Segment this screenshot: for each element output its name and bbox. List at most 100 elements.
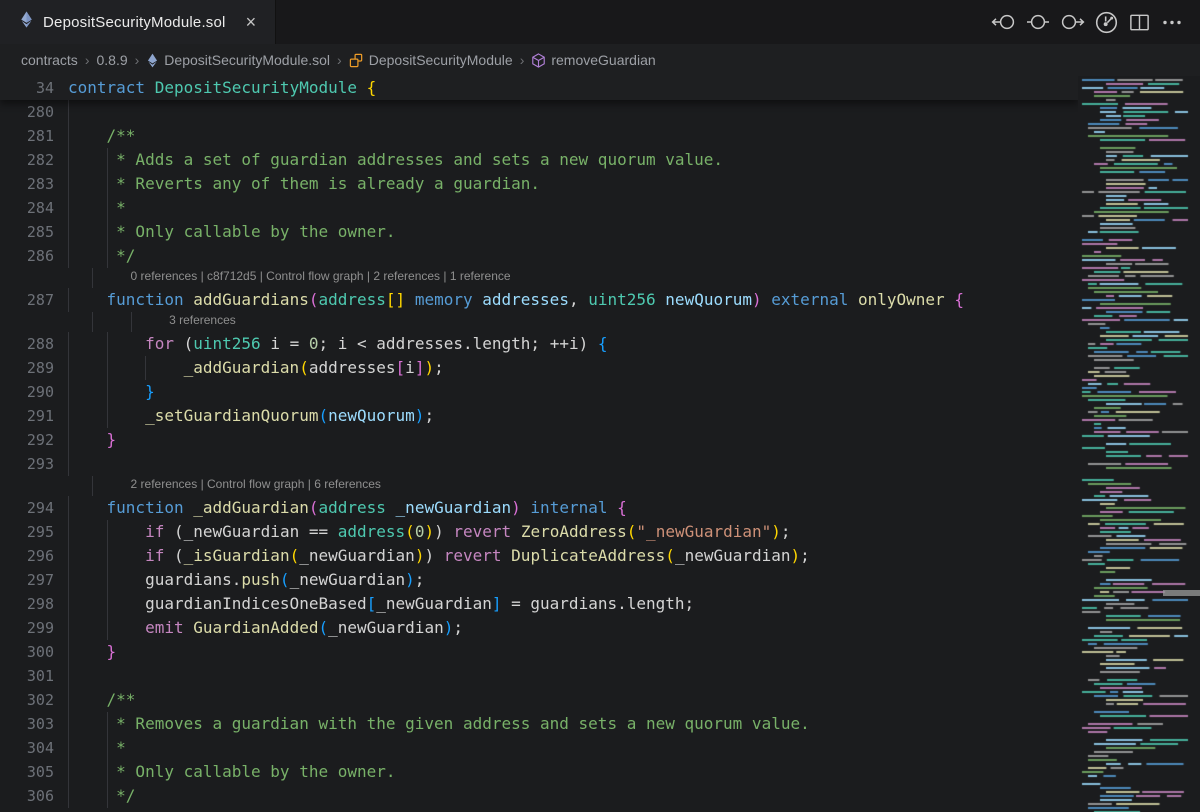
indent-guide [107,380,108,404]
line-number: 298 [0,592,68,616]
indent-guide [107,172,108,196]
code-line: 295if (_newGuardian == address(0)) rever… [0,520,1078,544]
line-number: 305 [0,760,68,784]
code-line-text[interactable]: * Adds a set of guardian addresses and s… [68,148,1078,172]
code-line-text[interactable] [68,452,1078,476]
indent-guide [107,568,108,592]
code-line-text[interactable]: emit GuardianAdded(_newGuardian); [68,616,1078,640]
sticky-scroll-line[interactable]: 34contract DepositSecurityModule { [0,76,1078,100]
symbol-class-icon [349,53,364,68]
code-line-text[interactable]: */ [68,784,1078,808]
line-number: 287 [0,288,68,312]
indent-guide [131,312,132,332]
code-line: 296if (_isGuardian(_newGuardian)) revert… [0,544,1078,568]
code-line: 298guardianIndicesOneBased[_newGuardian]… [0,592,1078,616]
minimap[interactable] [1078,76,1200,812]
breadcrumb-separator: › [337,52,342,68]
indent-guide [92,312,93,332]
line-number: 299 [0,616,68,640]
code-line-text[interactable]: if (_newGuardian == address(0)) revert Z… [68,520,1078,544]
breadcrumb-label: DepositSecurityModule [369,52,513,68]
code-line-text[interactable]: } [68,380,1078,404]
line-number: 303 [0,712,68,736]
codelens-row: 0 references | c8f712d5 | Control flow g… [0,268,1078,288]
code-line: 305 * Only callable by the owner. [0,760,1078,784]
code-line-text[interactable]: function addGuardians(address[] memory a… [68,288,1078,312]
line-number: 290 [0,380,68,404]
indent-guide [107,712,108,736]
code-line-text[interactable] [68,664,1078,688]
code-line-text[interactable]: } [68,428,1078,452]
indent-guide [68,244,69,268]
codelens-link[interactable]: 3 references [169,313,236,327]
code-line-text[interactable]: * Reverts any of them is already a guard… [68,172,1078,196]
indent-guide [68,760,69,784]
code-line-text[interactable]: guardians.push(_newGuardian); [68,568,1078,592]
indent-guide [68,736,69,760]
indent-guide [107,520,108,544]
line-number: 284 [0,196,68,220]
code-line-text[interactable] [68,100,1078,124]
breadcrumb-item-contracts[interactable]: contracts [21,52,78,68]
breadcrumb-item-0-8-9[interactable]: 0.8.9 [96,52,127,68]
nav-forward-icon[interactable] [1059,10,1085,34]
code-line: 301 [0,664,1078,688]
indent-guide [107,220,108,244]
code-line: 285 * Only callable by the owner. [0,220,1078,244]
breadcrumb-item-removeguardian[interactable]: removeGuardian [531,52,655,68]
code-line-text[interactable]: * Only callable by the owner. [68,760,1078,784]
nav-location-icon[interactable] [1026,10,1050,34]
line-number: 286 [0,244,68,268]
nav-back-icon[interactable] [991,10,1017,34]
breadcrumb-item-depositsecuritymodule-sol[interactable]: DepositSecurityModule.sol [146,52,330,68]
tab-deposit-security-module[interactable]: DepositSecurityModule.sol × [0,0,276,44]
indent-guide [68,428,69,452]
indent-guide [68,784,69,808]
line-number: 282 [0,148,68,172]
codelens-link[interactable]: 2 references | Control flow graph | 6 re… [131,477,381,491]
split-editor-icon[interactable] [1128,11,1151,34]
control-flow-graph-icon[interactable] [1094,10,1119,35]
tab-strip-empty [276,0,991,44]
code-line-text[interactable]: * [68,736,1078,760]
indent-guide [68,568,69,592]
code-line-text[interactable]: * Only callable by the owner. [68,220,1078,244]
indent-guide [68,640,69,664]
code-line: 300} [0,640,1078,664]
code-line-text[interactable]: contract DepositSecurityModule { [68,76,1078,100]
breadcrumb-item-depositsecuritymodule[interactable]: DepositSecurityModule [349,52,513,68]
code-line-text[interactable]: /** [68,688,1078,712]
overview-ruler-marker [1163,590,1200,596]
indent-guide [68,452,69,476]
code-line-text[interactable]: function _addGuardian(address _newGuardi… [68,496,1078,520]
close-icon[interactable]: × [243,12,260,32]
code-line: 292} [0,428,1078,452]
code-line-text[interactable]: /** [68,124,1078,148]
code-line-text[interactable]: if (_isGuardian(_newGuardian)) revert Du… [68,544,1078,568]
code-line: 306 */ [0,784,1078,808]
code-line: 302/** [0,688,1078,712]
code-line-text[interactable]: * Removes a guardian with the given addr… [68,712,1078,736]
code-line-text[interactable]: } [68,640,1078,664]
indent-guide [68,332,69,356]
indent-guide [107,148,108,172]
indent-guide [107,592,108,616]
code-line-text[interactable]: _setGuardianQuorum(newQuorum); [68,404,1078,428]
code-line-text[interactable]: for (uint256 i = 0; i < addresses.length… [68,332,1078,356]
code-line-text[interactable]: _addGuardian(addresses[i]); [68,356,1078,380]
indent-guide [107,784,108,808]
more-actions-icon[interactable] [1160,10,1184,34]
code-line-text[interactable]: * [68,196,1078,220]
indent-guide [68,520,69,544]
code-line-text[interactable]: */ [68,244,1078,268]
code-line: 294function _addGuardian(address _newGua… [0,496,1078,520]
indent-guide [107,760,108,784]
breadcrumb-separator: › [520,52,525,68]
indent-guide [68,356,69,380]
code-line-text[interactable]: guardianIndicesOneBased[_newGuardian] = … [68,592,1078,616]
codelens-link[interactable]: 0 references | c8f712d5 | Control flow g… [131,269,511,283]
breadcrumb-label: DepositSecurityModule.sol [164,52,330,68]
indent-guide [68,148,69,172]
line-number: 294 [0,496,68,520]
code-line: 282 * Adds a set of guardian addresses a… [0,148,1078,172]
